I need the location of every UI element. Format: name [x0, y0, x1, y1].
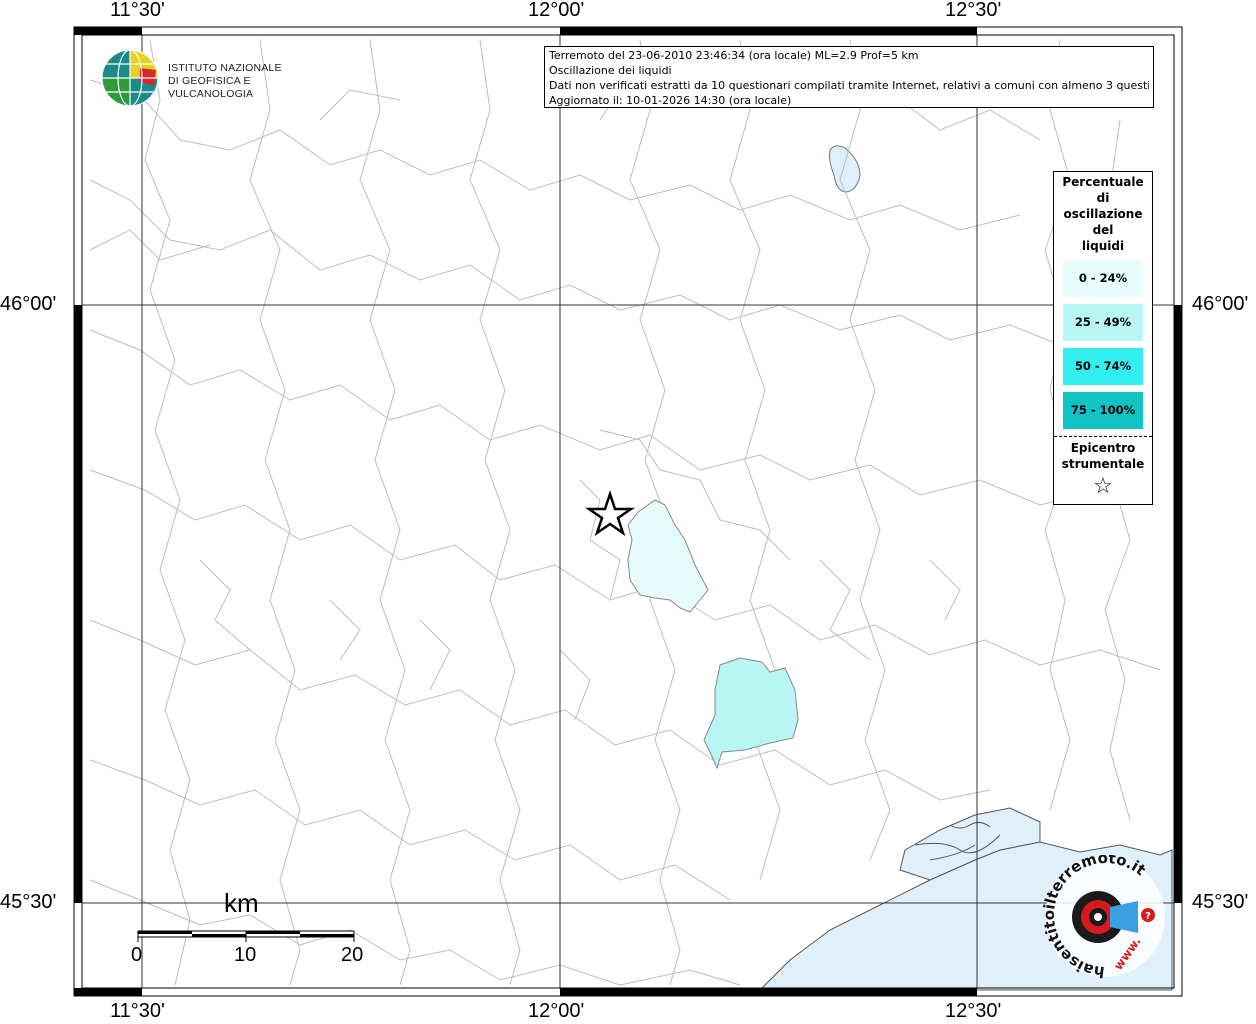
municipality-class-25-49 — [703, 657, 799, 770]
lake — [829, 145, 861, 193]
legend-title-line: Percentuale — [1062, 175, 1144, 189]
coord-top-1130: 11°30' — [110, 0, 165, 21]
legend-class-50-74: 50 - 74% — [1063, 348, 1143, 385]
legend-divider — [1054, 436, 1152, 437]
coord-bottom-1230: 12°30' — [945, 1000, 1002, 1022]
scale-bar — [137, 930, 355, 942]
legend-title-line: del — [1092, 223, 1114, 237]
event-title: Terremoto del 23-06-2010 23:46:34 (ora l… — [549, 49, 919, 62]
legend-title-line: di — [1096, 191, 1110, 205]
map-subject: Oscillazione dei liquidi — [549, 64, 672, 77]
legend-epicenter-line: strumentale — [1061, 457, 1145, 471]
legend-epicenter-label: Epicentro strumentale — [1054, 440, 1152, 472]
legend-title: Percentuale di oscillazione del liquidi — [1054, 174, 1152, 254]
legend-epicenter-line: Epicentro — [1070, 441, 1136, 455]
legend-title-line: oscillazione — [1063, 207, 1143, 221]
logo-line-1: ISTITUTO NAZIONALE — [168, 62, 282, 74]
scale-tick-10: 10 — [234, 944, 257, 966]
coord-bottom-1130: 11°30' — [110, 1000, 165, 1022]
scale-tick-20: 20 — [341, 944, 364, 966]
legend-class-75-100: 75 - 100% — [1063, 392, 1143, 429]
coord-left-4600: 46°00' — [0, 293, 57, 315]
coord-left-4530: 45°30' — [0, 891, 57, 913]
scale-tick-0: 0 — [131, 944, 143, 966]
badge-question-icon: ? — [1145, 911, 1151, 922]
coord-right-4600: 46°00' — [1192, 293, 1249, 315]
event-info-box: Terremoto del 23-06-2010 23:46:34 (ora l… — [544, 46, 1154, 108]
epicenter-star-icon — [584, 490, 636, 537]
coord-top-1200: 12°00' — [528, 0, 585, 21]
legend-title-line: liquidi — [1081, 239, 1125, 253]
legend-class-0-24: 0 - 24% — [1063, 260, 1143, 297]
update-time: Aggiornato il: 10-01-2026 14:30 (ora loc… — [549, 94, 792, 107]
coord-bottom-1200: 12°00' — [528, 1000, 585, 1022]
scale-unit: km — [224, 888, 259, 918]
logo-line-2: DI GEOFISICA E VULCANOLOGIA — [168, 75, 254, 100]
ingv-logo: ISTITUTO NAZIONALE DI GEOFISICA E VULCAN… — [100, 48, 330, 110]
ingv-globe-icon — [101, 49, 159, 107]
data-note: Dati non verificati estratti da 10 quest… — [549, 79, 1149, 92]
municipality-class-0-24 — [627, 499, 709, 613]
coord-right-4530: 45°30' — [1192, 891, 1249, 913]
legend-star-icon: ☆ — [1093, 474, 1113, 499]
coord-top-1230: 12°30' — [945, 0, 1002, 21]
haisentito-badge[interactable]: haisentitoilterremoto.it ? www. — [1040, 855, 1170, 985]
legend: Percentuale di oscillazione del liquidi … — [1053, 171, 1153, 505]
legend-class-25-49: 25 - 49% — [1063, 304, 1143, 341]
